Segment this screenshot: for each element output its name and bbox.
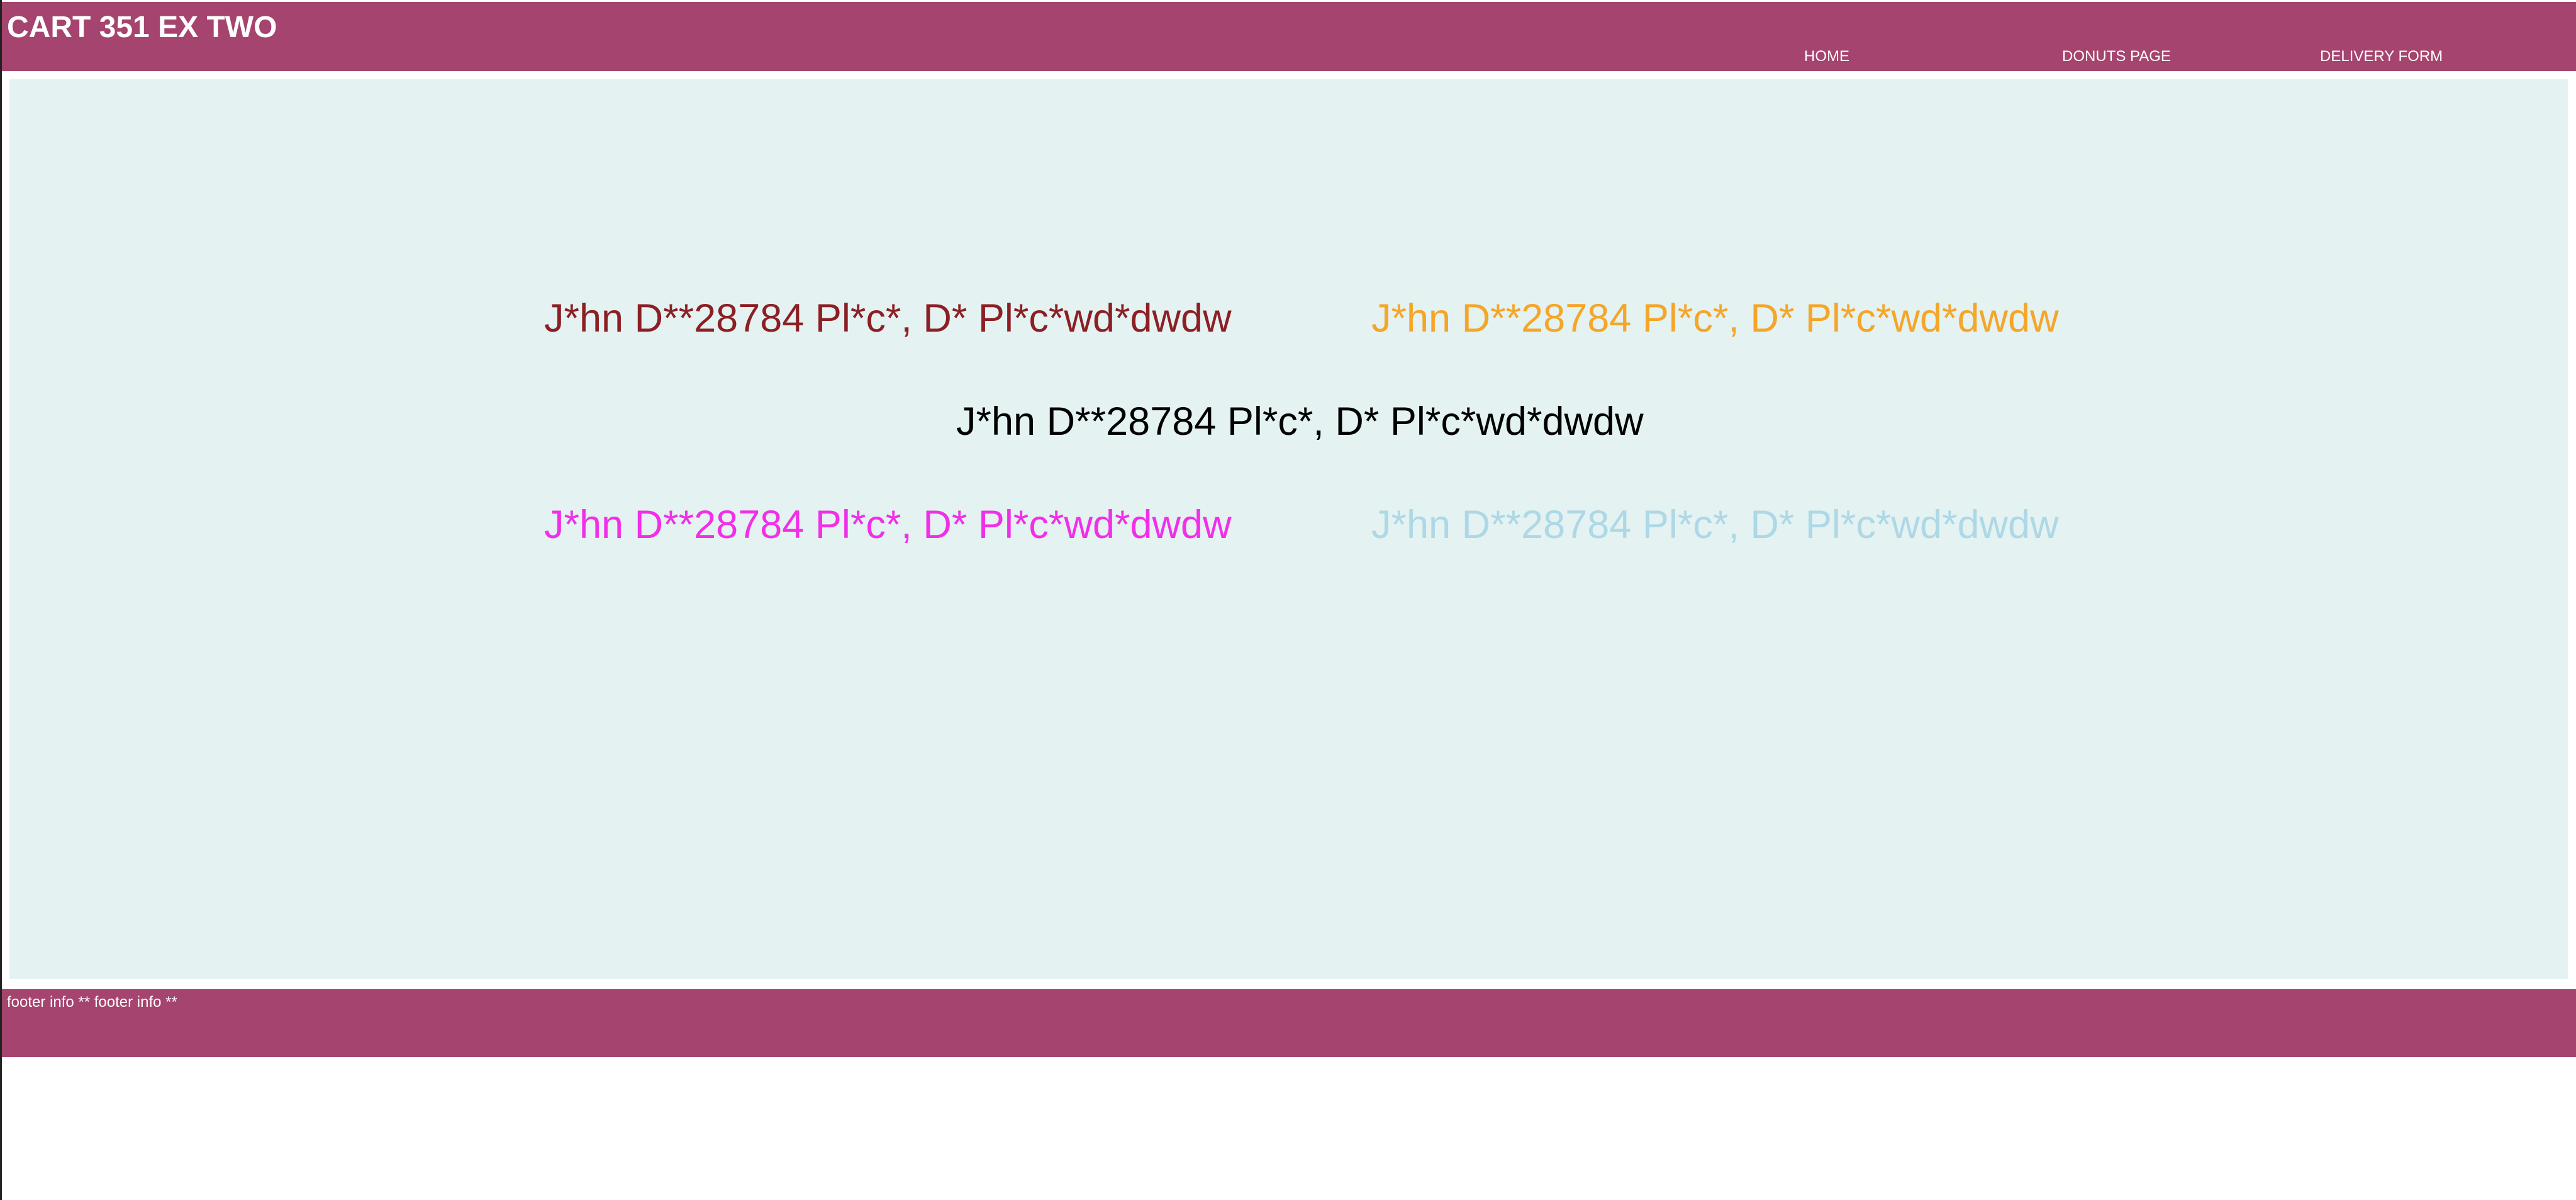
name-entry-light-blue: J*hn D**28784 Pl*c*, D* Pl*c*wd*dwdw xyxy=(1371,503,2059,547)
nav-delivery-form-link[interactable]: DELIVERY FORM xyxy=(2320,47,2443,66)
name-entry-black: J*hn D**28784 Pl*c*, D* Pl*c*wd*dwdw xyxy=(956,400,1644,444)
header-bar: CART 351 EX TWO HOME DONUTS PAGE DELIVER… xyxy=(2,2,2576,71)
site-title: CART 351 EX TWO xyxy=(7,11,277,44)
nav-home-link[interactable]: HOME xyxy=(1804,47,1849,66)
content-area: J*hn D**28784 Pl*c*, D* Pl*c*wd*dwdw J*h… xyxy=(9,79,2568,979)
name-entry-orange: J*hn D**28784 Pl*c*, D* Pl*c*wd*dwdw xyxy=(1371,296,2059,340)
footer-info: footer info ** footer info ** xyxy=(7,994,177,1011)
name-entry-dark-red: J*hn D**28784 Pl*c*, D* Pl*c*wd*dwdw xyxy=(544,296,1232,340)
page: CART 351 EX TWO HOME DONUTS PAGE DELIVER… xyxy=(0,0,2576,1200)
footer-bar: footer info ** footer info ** xyxy=(2,989,2576,1057)
nav-donuts-page-link[interactable]: DONUTS PAGE xyxy=(2062,47,2171,66)
name-entry-magenta: J*hn D**28784 Pl*c*, D* Pl*c*wd*dwdw xyxy=(544,503,1232,547)
